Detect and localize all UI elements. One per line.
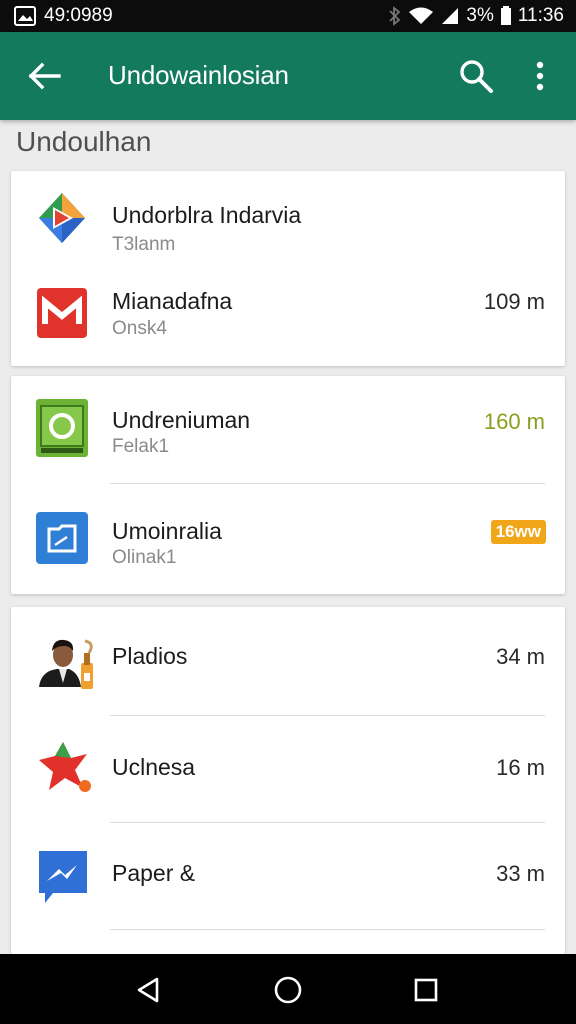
clock: 11:36 [517, 5, 564, 26]
search-icon[interactable] [456, 56, 496, 96]
app-name: Pladios [112, 643, 188, 669]
image-notification-icon [14, 6, 36, 26]
signal-icon [440, 6, 460, 26]
app-name: Paper & [112, 860, 196, 886]
app-name: Umoinralia [112, 518, 222, 544]
app-list-card: Undorblra Indarvia T3lanm Mianadafna Ons… [11, 171, 565, 366]
status-right: 3% 11:36 [388, 5, 564, 27]
recents-square-icon[interactable] [406, 970, 446, 1010]
app-size-badge: 16ww [490, 520, 546, 544]
bluetooth-icon [388, 6, 402, 26]
list-item[interactable]: Mianadafna Onsk4 109 m [11, 267, 565, 366]
app-size: 33 m [496, 861, 545, 886]
status-left: 49:0989 [14, 5, 113, 27]
app-bar-title: Undowainlosian [108, 60, 289, 90]
blue-folder-icon [35, 511, 89, 565]
list-item[interactable]: Paper & 33 m [11, 823, 565, 929]
battery-percent: 3% [466, 5, 494, 26]
person-avatar-icon [35, 627, 97, 693]
section-header: Undoulhan [16, 126, 152, 157]
divider [110, 929, 545, 930]
gmail-icon [35, 286, 89, 340]
battery-icon [500, 6, 512, 26]
blue-messenger-icon [35, 847, 91, 907]
app-list-card: Undreniuman Felak1 160 m Umoinralia Olin… [11, 376, 565, 594]
list-item[interactable]: Uclnesa 16 m [11, 716, 565, 822]
app-size: 109 m [483, 289, 545, 314]
status-bar: 49:0989 3% 11:36 [0, 0, 576, 32]
list-item[interactable]: Umoinralia Olinak1 16ww [11, 484, 565, 594]
wifi-icon [408, 6, 434, 26]
navigation-bar [0, 954, 576, 1024]
app-name: Undorblra Indarvia [112, 202, 302, 228]
app-bar: Undowainlosian [0, 32, 576, 120]
list-item[interactable]: Undorblra Indarvia T3lanm [11, 171, 565, 267]
app-size: 16 m [496, 755, 545, 780]
app-list-card: Pladios 34 m Uclnesa 16 m Paper & 33 m [11, 607, 565, 954]
app-subtitle: Onsk4 [112, 318, 167, 339]
app-name: Undreniuman [112, 407, 251, 433]
app-name: Uclnesa [112, 754, 196, 780]
screen: 49:0989 3% 11:36 Undowainlosian Undoulha… [0, 0, 576, 1024]
app-subtitle: Olinak1 [112, 547, 177, 568]
red-bird-icon [35, 738, 95, 798]
home-circle-icon[interactable] [268, 970, 308, 1010]
app-subtitle: T3lanm [112, 234, 176, 255]
status-left-text: 49:0989 [44, 5, 113, 26]
app-size: 34 m [496, 644, 545, 669]
app-subtitle: Felak1 [112, 436, 170, 457]
more-options-icon[interactable] [524, 56, 556, 96]
list-item[interactable]: Undreniuman Felak1 160 m [11, 376, 565, 484]
back-triangle-icon[interactable] [128, 970, 168, 1010]
app-size: 160 m [483, 409, 545, 434]
app-name: Mianadafna [112, 288, 233, 314]
list-item[interactable]: Pladios 34 m [11, 607, 565, 715]
play-store-icon [35, 191, 89, 245]
green-app-icon [35, 398, 89, 457]
back-arrow-icon[interactable] [24, 58, 64, 94]
